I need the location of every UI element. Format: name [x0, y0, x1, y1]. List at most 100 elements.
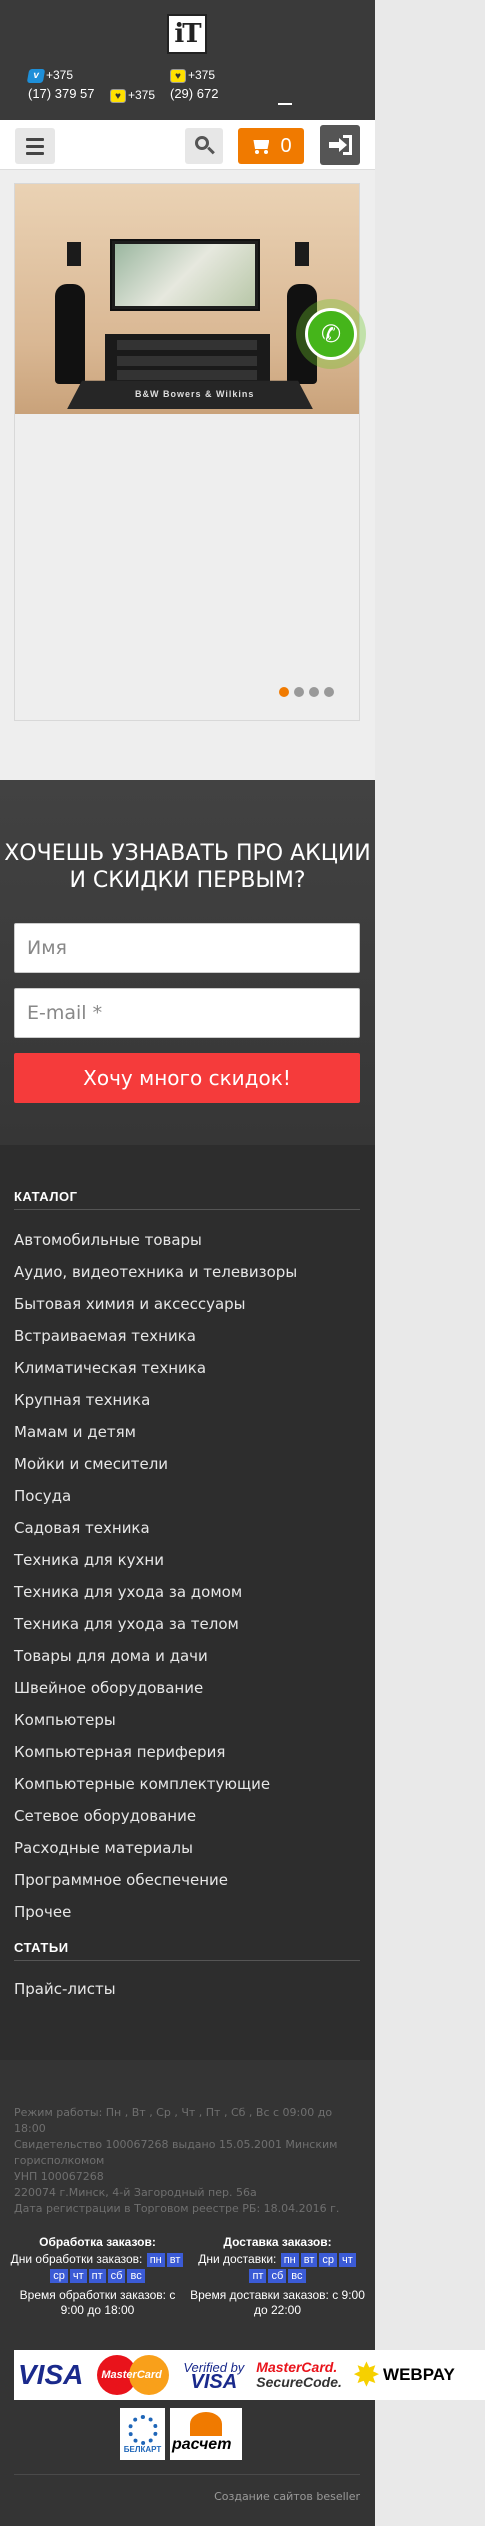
- slider-dots: [279, 687, 334, 697]
- certificate: Свидетельство 100067268 выдано 15.05.200…: [14, 2138, 338, 2167]
- site-logo[interactable]: iT: [167, 14, 207, 54]
- address: 220074 г.Минск, 4-й Загородный пер. 56а: [14, 2186, 257, 2199]
- login-button[interactable]: [320, 125, 360, 165]
- phone-icon: ✆: [305, 308, 357, 360]
- catalog-item[interactable]: Климатическая техника: [14, 1352, 297, 1384]
- slider-dot[interactable]: [294, 687, 304, 697]
- mastercard-logo-text: MasterCard: [101, 2369, 162, 2381]
- search-icon-handle: [207, 146, 215, 155]
- catalog-item[interactable]: Садовая техника: [14, 1512, 297, 1544]
- slider-dot[interactable]: [309, 687, 319, 697]
- menu-button[interactable]: [15, 128, 55, 164]
- phone-life-extra[interactable]: ♥ +375: [110, 88, 155, 103]
- article-item[interactable]: Прайс-листы: [14, 1973, 116, 2005]
- visa-logo: VISA: [18, 2359, 84, 2390]
- catalog-item[interactable]: Техника для ухода за телом: [14, 1608, 297, 1640]
- processing-days-label: Дни обработки заказов:: [10, 2252, 143, 2266]
- catalog-title: КАТАЛОГ: [14, 1189, 78, 1204]
- articles-list: Прайс-листы: [14, 1973, 116, 2005]
- catalog-item[interactable]: Прочее: [14, 1896, 297, 1928]
- phone-code: +375: [46, 68, 74, 82]
- articles-title: СТАТЬИ: [14, 1940, 69, 1955]
- day-badge: пт: [249, 2269, 267, 2283]
- hamburger-icon-bar: [26, 151, 44, 155]
- day-badge: чт: [69, 2269, 87, 2283]
- login-icon-door: [343, 135, 352, 155]
- catalog-item[interactable]: Посуда: [14, 1480, 297, 1512]
- delivery-days-label: Дни доставки:: [198, 2252, 277, 2266]
- slider-dot[interactable]: [324, 687, 334, 697]
- webpay-logo-text: WEBPAY: [383, 2365, 455, 2384]
- day-badge: пт: [88, 2269, 106, 2283]
- day-badge: вт: [166, 2253, 184, 2267]
- mastercard-logo: MasterCard: [95, 2353, 171, 2397]
- day-badge: ср: [319, 2253, 338, 2267]
- order-processing: Обработка заказов: Дни обработки заказов…: [10, 2235, 185, 2318]
- raschet-logo-text: расчет: [172, 2436, 232, 2453]
- day-badge: ср: [50, 2269, 68, 2283]
- copyright-link[interactable]: Создание сайтов beseller: [214, 2490, 360, 2503]
- catalog-item[interactable]: Швейное оборудование: [14, 1672, 297, 1704]
- catalog-item[interactable]: Техника для ухода за домом: [14, 1576, 297, 1608]
- catalog-item[interactable]: Мамам и детям: [14, 1416, 297, 1448]
- catalog-item[interactable]: Компьютерные комплектующие: [14, 1768, 297, 1800]
- verified-by-visa-logo: Verified by VISA: [183, 2360, 245, 2393]
- delivery-title: Доставка заказов:: [223, 2235, 332, 2249]
- speaker-image: [67, 242, 81, 266]
- payment-logos: VISA MasterCard Verified by VISA MasterCa…: [14, 2350, 485, 2400]
- belkart-logo: БЕЛКАРТ: [120, 2408, 165, 2460]
- phone-number: (17) 379 57: [28, 86, 95, 101]
- hamburger-icon: [26, 137, 44, 141]
- email-input[interactable]: E-mail *: [14, 988, 360, 1038]
- name-input[interactable]: Имя: [14, 923, 360, 973]
- catalog-item[interactable]: Расходные материалы: [14, 1832, 297, 1864]
- cart-icon: [250, 138, 270, 154]
- day-badge: вс: [127, 2269, 145, 2283]
- work-hours: Режим работы: Пн , Вт , Ср , Чт , Пт , С…: [14, 2106, 333, 2135]
- day-badge: сб: [268, 2269, 287, 2283]
- toolbar: 0: [0, 120, 375, 170]
- catalog-item[interactable]: Программное обеспечение: [14, 1864, 297, 1896]
- mastercard-securecode-logo: MasterCard. SecureCode.: [256, 2359, 342, 2390]
- velcom-icon: v: [26, 68, 46, 83]
- catalog-item[interactable]: Автомобильные товары: [14, 1224, 297, 1256]
- cart-button[interactable]: 0: [238, 128, 304, 164]
- day-badge: сб: [107, 2269, 126, 2283]
- day-badge: чт: [339, 2253, 356, 2267]
- company-info: Режим работы: Пн , Вт , Ср , Чт , Пт , С…: [14, 2105, 360, 2217]
- callback-button[interactable]: ✆: [296, 299, 366, 369]
- footer-catalog: КАТАЛОГ Автомобильные товары Аудио, виде…: [0, 1145, 375, 2060]
- life-icon: ♥: [110, 88, 126, 103]
- tv-image: [110, 239, 260, 311]
- catalog-item[interactable]: Компьютерная периферия: [14, 1736, 297, 1768]
- day-badge: вт: [300, 2253, 318, 2267]
- catalog-item[interactable]: Мойки и смесители: [14, 1448, 297, 1480]
- catalog-item[interactable]: Аудио, видеотехника и телевизоры: [14, 1256, 297, 1288]
- webpay-star-icon: ✸: [353, 2358, 380, 2392]
- catalog-item[interactable]: Сетевое оборудование: [14, 1800, 297, 1832]
- cart-count: 0: [280, 134, 292, 157]
- phone-code: +375: [188, 68, 216, 82]
- slide-image[interactable]: B&W Bowers & Wilkins: [15, 184, 359, 414]
- collapse-dash[interactable]: [278, 103, 292, 105]
- divider: [14, 2474, 360, 2475]
- catalog-item[interactable]: Товары для дома и дачи: [14, 1640, 297, 1672]
- search-button[interactable]: [185, 128, 223, 164]
- catalog-list: Автомобильные товары Аудио, видеотехника…: [14, 1224, 297, 1928]
- order-delivery: Доставка заказов: Дни доставки: пн вт ср чт…: [190, 2235, 365, 2318]
- divider: [14, 1960, 360, 1961]
- phone-velcom[interactable]: v +375 (17) 379 57: [26, 68, 95, 101]
- catalog-item[interactable]: Бытовая химия и аксессуары: [14, 1288, 297, 1320]
- catalog-item[interactable]: Крупная техника: [14, 1384, 297, 1416]
- subscribe-button[interactable]: Хочу много скидок!: [14, 1053, 360, 1103]
- day-badge: пн: [146, 2253, 165, 2267]
- phone-life[interactable]: ♥ +375 (29) 672: [170, 68, 218, 101]
- delivery-time: Время доставки заказов: с 9:00 до 22:00: [190, 2288, 365, 2317]
- catalog-item[interactable]: Встраиваемая техника: [14, 1320, 297, 1352]
- catalog-item[interactable]: Компьютеры: [14, 1704, 297, 1736]
- catalog-item[interactable]: Техника для кухни: [14, 1544, 297, 1576]
- slider-dot[interactable]: [279, 687, 289, 697]
- belkart-logo-text: БЕЛКАРТ: [123, 2444, 162, 2454]
- raschet-logo: расчет: [170, 2408, 242, 2460]
- banner-slider[interactable]: B&W Bowers & Wilkins: [14, 183, 360, 721]
